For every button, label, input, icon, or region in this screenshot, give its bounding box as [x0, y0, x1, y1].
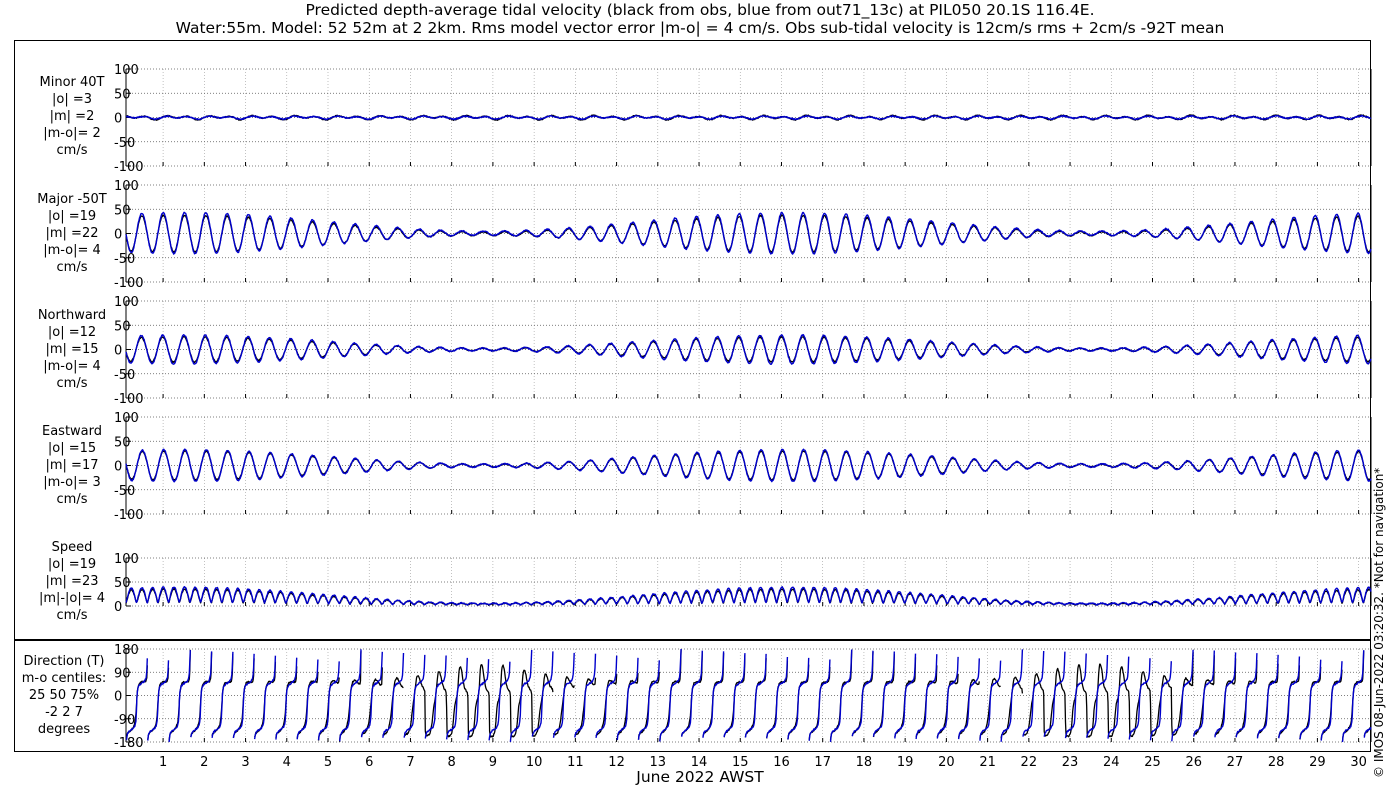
panel-label-major: Major -50T |o| =19 |m| =22 |m-o|= 4 cm/s	[22, 191, 122, 276]
panel-label-line: Northward	[37, 308, 107, 323]
panel-label-line: |o| =15	[47, 441, 97, 456]
panel-eastward: -100-50050100	[114, 411, 1372, 523]
panel-label-line: |m-o|= 4	[43, 359, 101, 374]
series-model-line	[125, 586, 1372, 606]
panel-label-line: Major -50T	[37, 192, 107, 207]
panel-label-line: -2 2 7	[45, 705, 83, 720]
panel-label-line: |o| =19	[47, 209, 97, 224]
panel-label-line: cm/s	[56, 143, 88, 158]
panel-label-line: |m| =15	[45, 342, 99, 357]
y-tick-label: -100	[114, 508, 144, 523]
panel-major: -100-50050100	[114, 179, 1372, 291]
panel-label-eastward: Eastward |o| =15 |m| =17 |m-o|= 3 cm/s	[22, 423, 122, 508]
panel-label-line: Direction (T)	[23, 654, 105, 669]
y-tick-label: -180	[114, 736, 144, 751]
y-tick-label: -100	[114, 392, 144, 407]
series-model-line	[125, 648, 1372, 743]
panel-label-line: |m-o|= 3	[43, 475, 101, 490]
y-tick-label: 0	[114, 690, 122, 705]
panel-northward: -100-50050100	[114, 295, 1372, 407]
credit-text: © IMOS 08-Jun-2022 03:20:32. *Not for na…	[1372, 467, 1386, 778]
panel-label-line: |m-o|= 2	[43, 126, 101, 141]
panel-label-line: cm/s	[56, 260, 88, 275]
panel-label-northward: Northward |o| =12 |m| =15 |m-o|= 4 cm/s	[22, 307, 122, 392]
series-obs-line	[125, 649, 1372, 742]
panel-label-line: |m| =17	[45, 458, 99, 473]
panel-label-line: cm/s	[56, 376, 88, 391]
panel-label-line: |m|-|o|= 4	[38, 591, 106, 606]
panel-label-line: |o| =19	[47, 557, 97, 572]
panel-label-direction: Direction (T) m-o centiles: 25 50 75% -2 2 …	[14, 653, 114, 738]
y-tick-label: -90	[114, 713, 135, 728]
y-tick-label: 180	[114, 643, 139, 658]
x-axis-label: June 2022 AWST	[636, 768, 764, 786]
panel-label-line: m-o centiles:	[21, 671, 107, 686]
panel-label-line: |o| =3	[51, 92, 92, 107]
panel-label-line: |m-o|= 4	[43, 243, 101, 258]
panel-label-speed: Speed |o| =19 |m| =23 |m|-|o|= 4 cm/s	[22, 539, 122, 624]
upper-frame	[14, 40, 1371, 640]
panel-label-line: |m| =23	[45, 574, 99, 589]
y-tick-label: -100	[114, 276, 144, 291]
panel-label-line: Eastward	[41, 424, 103, 439]
panel-label-line: |o| =12	[47, 325, 97, 340]
panel-label-line: Speed	[51, 540, 93, 555]
lower-frame	[14, 640, 1371, 752]
panel-speed: 050100	[114, 552, 1372, 615]
panel-label-line: cm/s	[56, 492, 88, 507]
panel-direction: -180 -90 0 90 180	[114, 643, 1372, 751]
panel-minor: -100-50050100	[114, 63, 1372, 175]
panel-label-line: degrees	[37, 722, 91, 737]
figure-canvas: -100-50050100-100-50050100-100-50050100-…	[14, 40, 1372, 770]
panel-label-line: cm/s	[56, 608, 88, 623]
panel-label-line: Minor 40T	[39, 75, 105, 90]
y-tick-label: 90	[114, 666, 131, 681]
panel-label-line: 25 50 75%	[28, 688, 100, 703]
panel-label-line: |m| =2	[49, 109, 95, 124]
panel-label-minor: Minor 40T |o| =3 |m| =2 |m-o|= 2 cm/s	[22, 74, 122, 159]
y-tick-label: -100	[114, 160, 144, 175]
panel-label-line: |m| =22	[45, 226, 99, 241]
